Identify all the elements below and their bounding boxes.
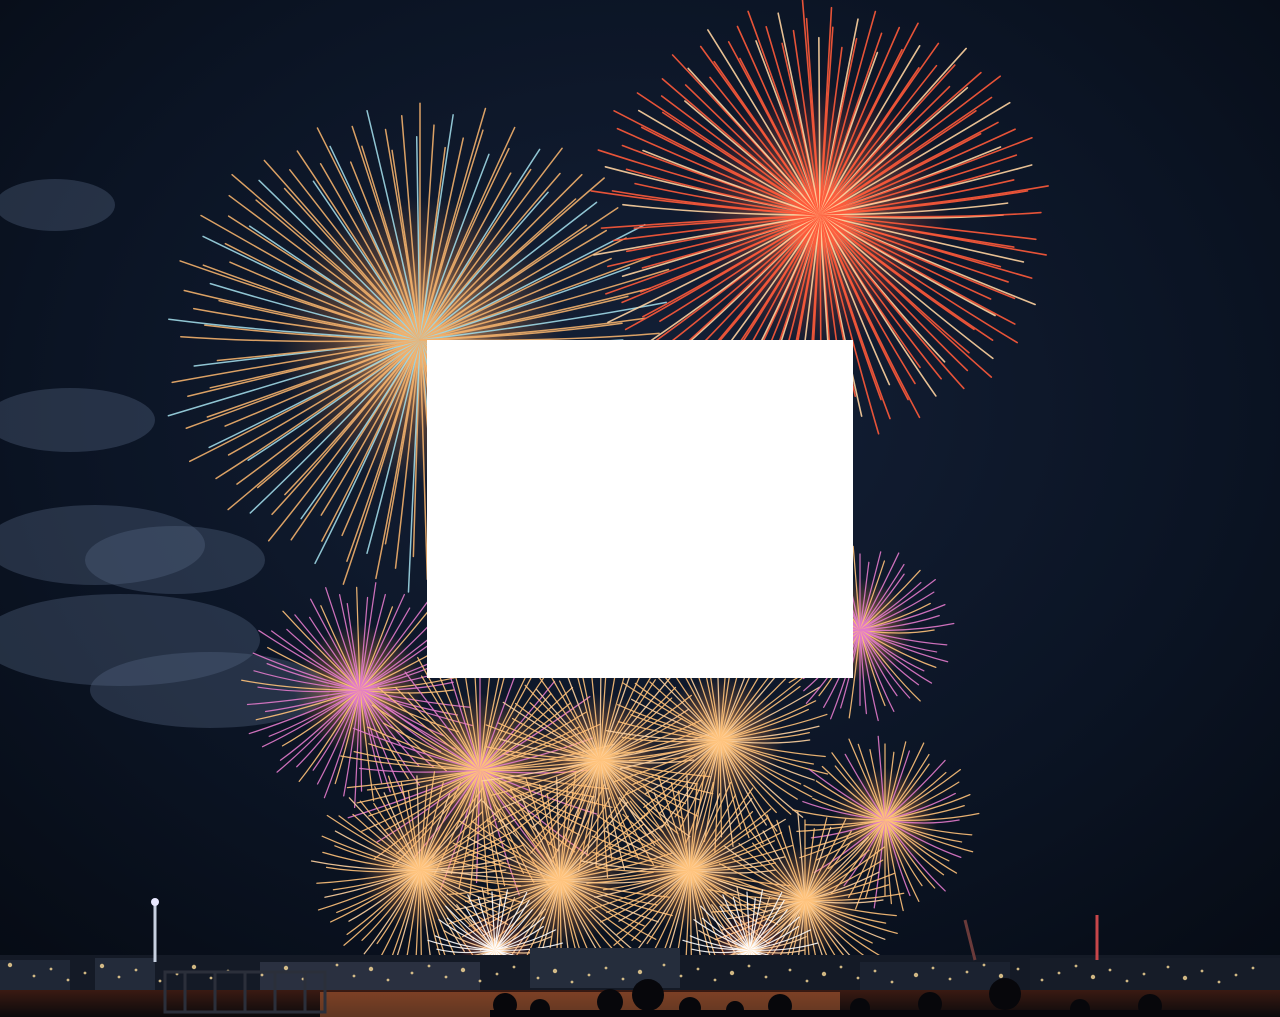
white-occluding-rectangle — [427, 340, 853, 678]
fireworks-photo — [0, 0, 1280, 1017]
